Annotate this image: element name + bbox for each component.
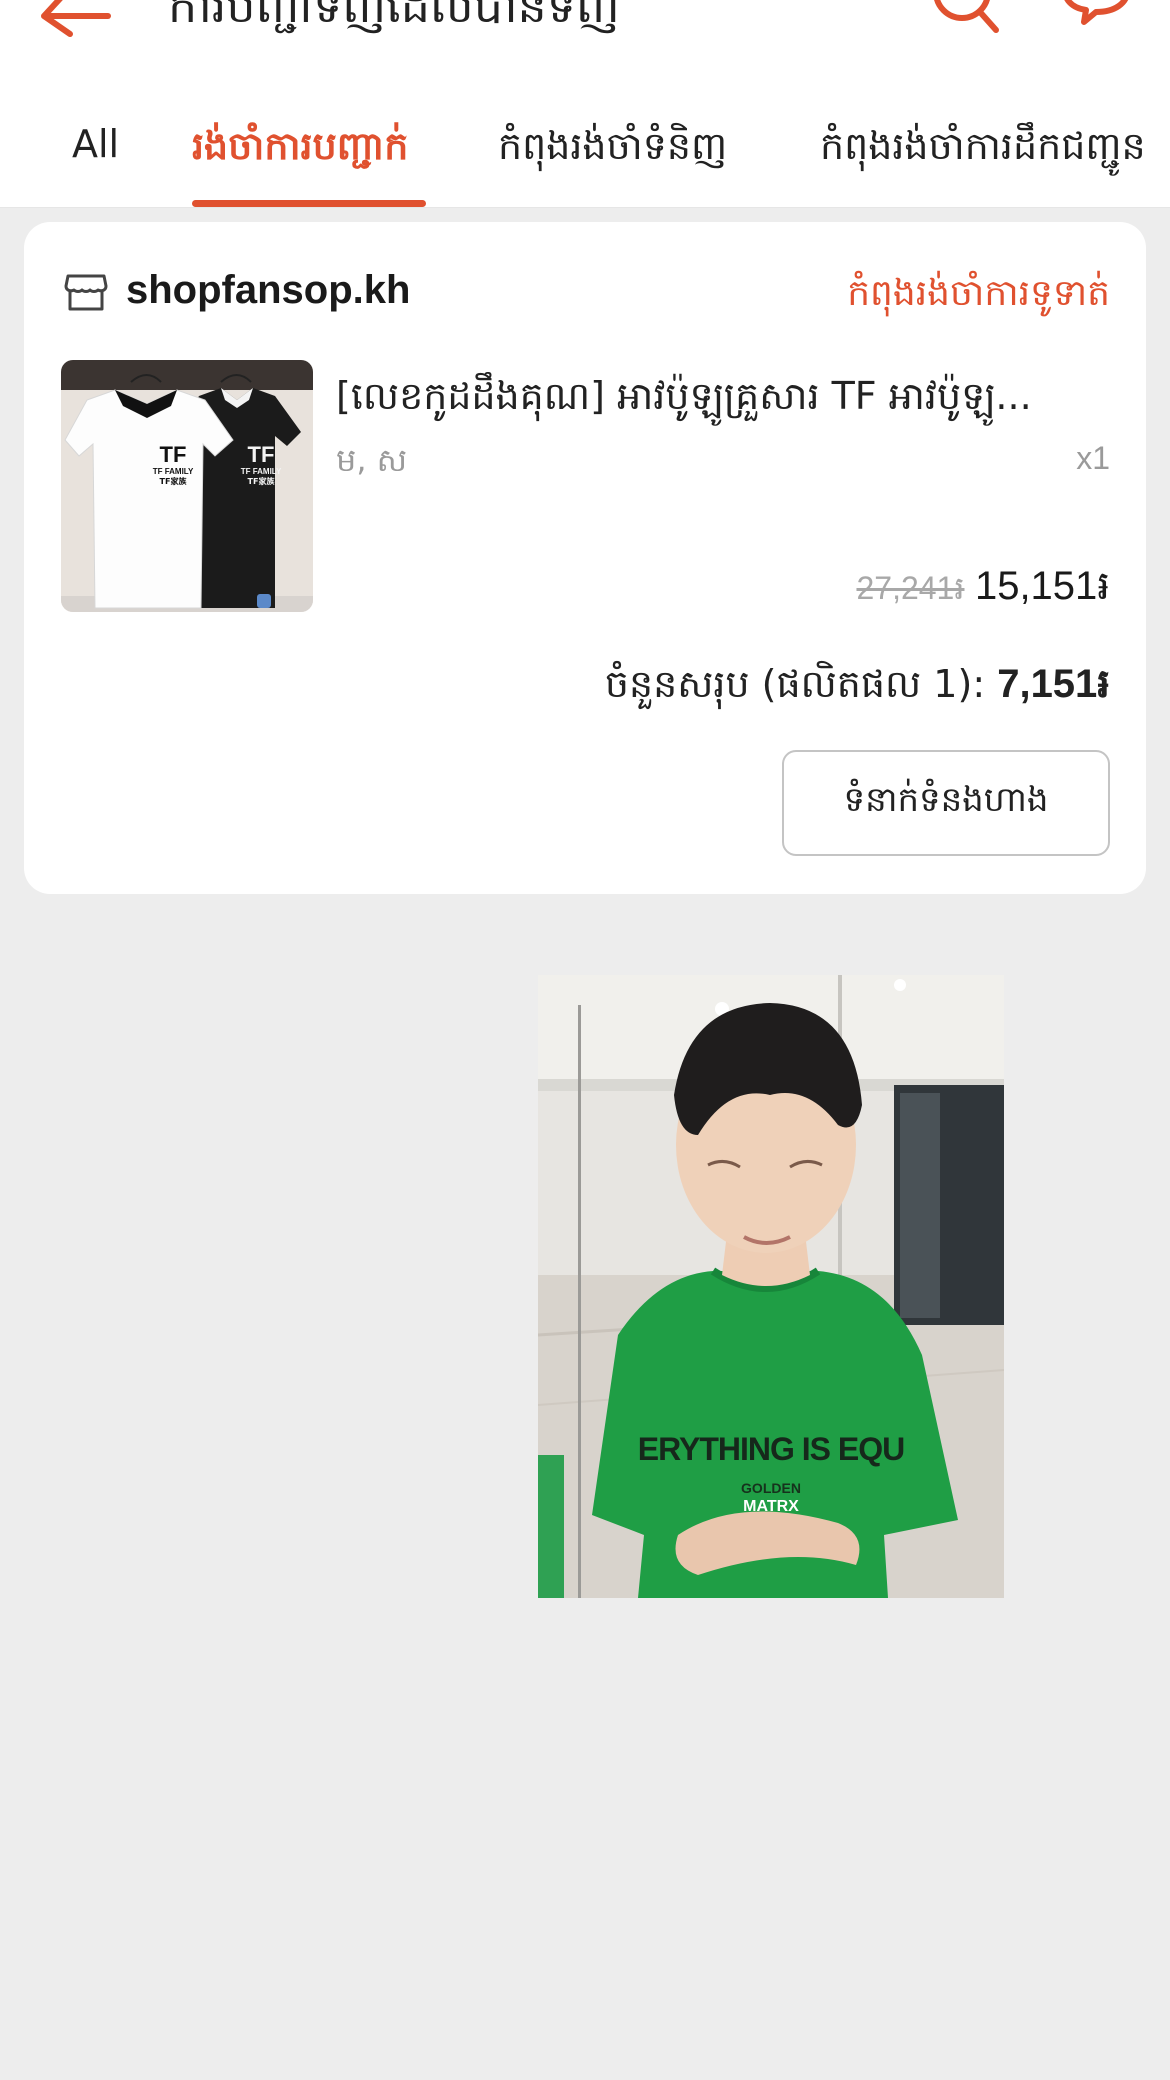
chat-bubble-icon[interactable] (1056, 0, 1136, 38)
photo-slogan: ERYTHING IS EQU (638, 1431, 905, 1467)
order-card[interactable]: shopfansop.kh កំពុងរង់ចាំការទូទាត់ TF TF… (24, 222, 1146, 894)
order-total: ចំនួនសរុប (ផលិតផល 1): 7,151៛ (605, 658, 1110, 717)
product-thumbnail[interactable]: TF TF FAMILY TF家族 TF TF FAMILY TF家族 (61, 360, 313, 612)
product-variant: ម, ស (336, 441, 408, 479)
photo-brand-top: GOLDEN (741, 1480, 801, 1496)
overlay-photo: ERYTHING IS EQU GOLDEN MATRX (538, 975, 1004, 1598)
thumbnail-caption2-white-shirt: TF家族 (160, 476, 188, 486)
original-price: 27,241៛ (856, 570, 965, 606)
thumbnail-logo-white-shirt: TF (160, 442, 187, 467)
shop-name[interactable]: shopfansop.kh (126, 268, 410, 313)
thumbnail-caption-black-shirt: TF FAMILY (241, 467, 282, 476)
contact-shop-button[interactable]: ទំនាក់ទំនងហាង (782, 750, 1110, 856)
thumbnail-caption-white-shirt: TF FAMILY (153, 467, 194, 476)
order-total-value: 7,151៛ (997, 662, 1110, 706)
current-price: 15,151៛ (974, 564, 1110, 608)
boy-photo-image: ERYTHING IS EQU GOLDEN MATRX (538, 975, 1004, 1598)
price-row: 27,241៛ 15,151៛ (856, 560, 1110, 619)
store-icon (64, 274, 108, 311)
active-tab-indicator (192, 200, 426, 207)
tab-all[interactable]: All (72, 122, 119, 166)
tab-awaiting-goods[interactable]: កំពុងរង់ចាំទំនិញ (498, 122, 727, 178)
tab-awaiting-confirmation[interactable]: រង់ចាំការបញ្ជាក់ (192, 122, 408, 178)
arrow-left-icon[interactable] (38, 0, 112, 38)
polo-shirts-image: TF TF FAMILY TF家族 TF TF FAMILY TF家族 (61, 360, 313, 612)
page-title: ការបញ្ជាទិញដែលបានទិញ (168, 0, 620, 33)
order-status-tabs: All រង់ចាំការបញ្ជាក់ កំពុងរង់ចាំទំនិញ កំ… (0, 82, 1170, 208)
app-header: ការបញ្ជាទិញដែលបានទិញ (0, 0, 1170, 82)
product-quantity: x1 (1076, 440, 1110, 476)
search-icon[interactable] (928, 0, 1004, 38)
order-total-label: ចំនួនសរុប (ផលិតផល 1): (604, 662, 998, 706)
tab-awaiting-delivery[interactable]: កំពុងរង់ចាំការដឹកជញ្ជូន (820, 122, 1146, 178)
order-status-label: កំពុងរង់ចាំការទូទាត់ (847, 273, 1110, 314)
photo-brand-bottom: MATRX (743, 1498, 799, 1515)
thumbnail-logo-black-shirt: TF (248, 442, 275, 467)
product-name[interactable]: [លេខកូដដឹងគុណ] អាវប៉ូឡូគ្រួសារ TF អាវប៉ូ… (336, 372, 1116, 428)
thumbnail-caption2-black-shirt: TF家族 (248, 476, 276, 486)
